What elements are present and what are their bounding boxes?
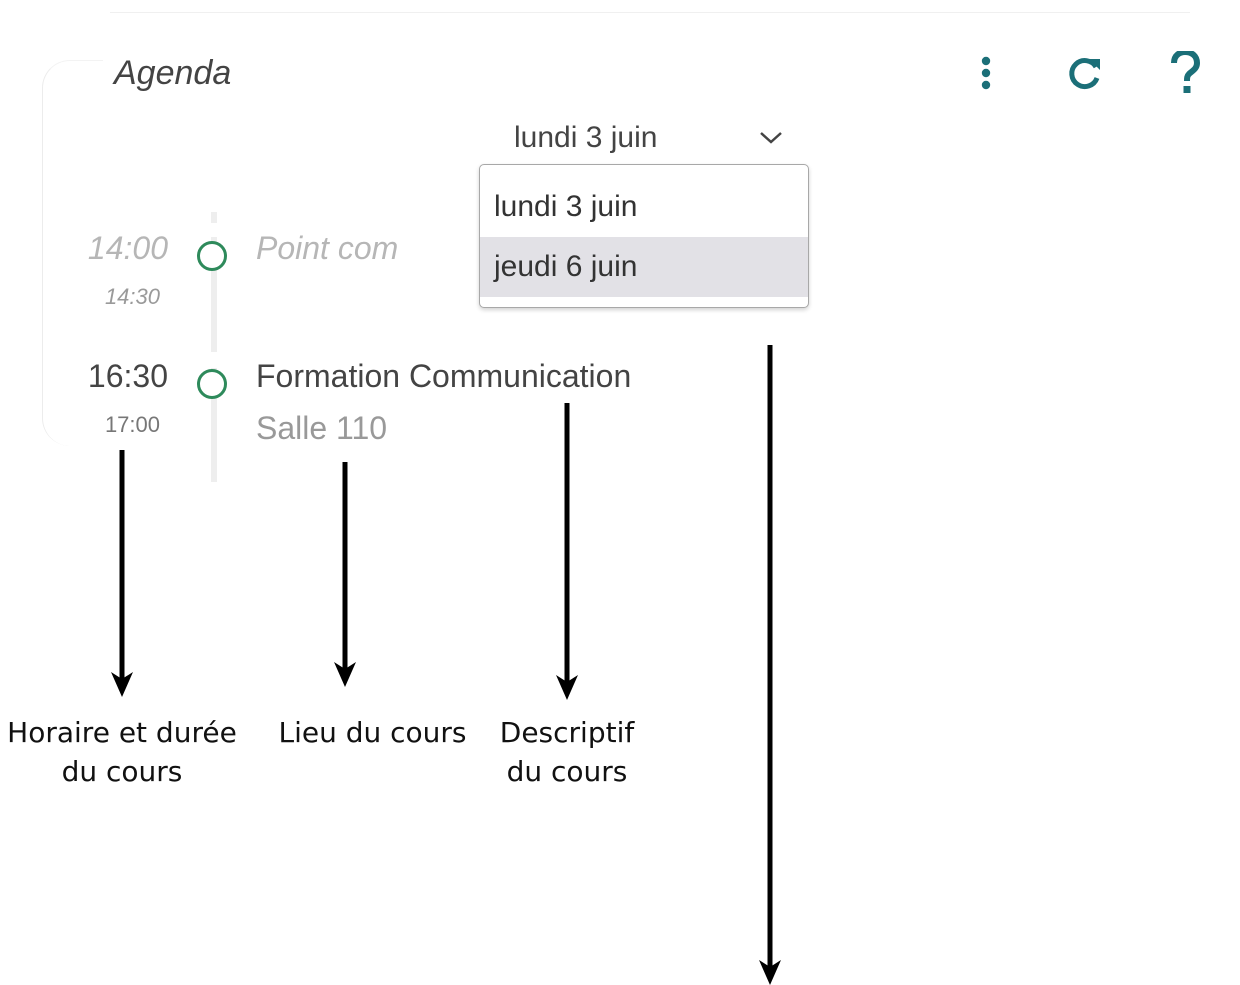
chevron-down-icon (760, 132, 782, 144)
date-select-value: lundi 3 juin (514, 121, 658, 154)
more-options-button[interactable] (961, 48, 1011, 98)
date-dropdown-menu: lundi 3 juin jeudi 6 juin (479, 164, 809, 308)
event-title: Point com (256, 230, 399, 266)
event-room: Salle 110 (256, 410, 388, 446)
timeline-gap (209, 352, 219, 368)
event-start-time: 14:00 (87, 230, 168, 266)
annotation-descriptif: Descriptif du cours (482, 713, 652, 791)
annotation-horaire-line2: du cours (61, 755, 183, 788)
annotation-horaire-line1: Horaire et durée (7, 716, 237, 749)
annotation-lieu: Lieu du cours (278, 716, 467, 749)
refresh-button[interactable] (1060, 48, 1110, 98)
annotation-descriptif-line1: Descriptif (499, 716, 635, 749)
top-divider (110, 12, 1190, 13)
widget-title: Agenda (114, 54, 232, 92)
event-start-time: 16:30 (87, 358, 168, 394)
more-vertical-icon (981, 56, 991, 90)
date-select[interactable]: lundi 3 juin (480, 117, 808, 163)
date-option[interactable]: lundi 3 juin (480, 177, 808, 237)
help-icon (1171, 51, 1201, 93)
event-status-circle-icon (197, 369, 227, 399)
annotation-descriptif-line2: du cours (506, 755, 628, 788)
annotation-horaire: Horaire et durée du cours (2, 713, 242, 791)
event-status-circle-icon (197, 241, 227, 271)
event-end-time: 17:00 (104, 412, 160, 437)
help-button[interactable] (1160, 48, 1210, 98)
event-end-time: 14:30 (104, 284, 160, 309)
refresh-icon (1069, 58, 1100, 90)
date-option[interactable]: jeudi 6 juin (480, 237, 808, 297)
event-title: Formation Communication (256, 358, 632, 394)
timeline-gap (209, 223, 219, 237)
